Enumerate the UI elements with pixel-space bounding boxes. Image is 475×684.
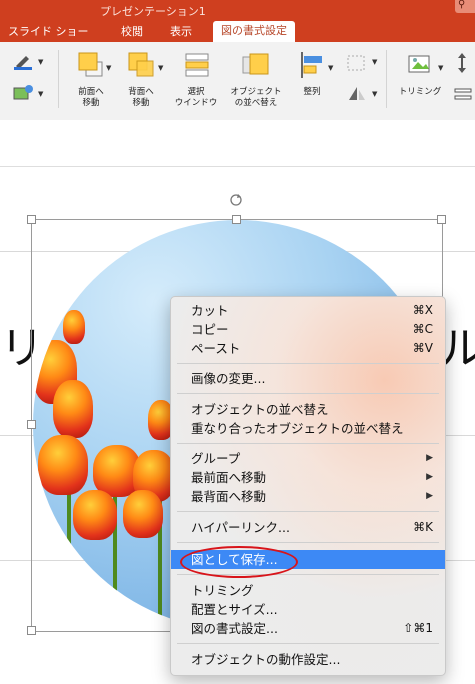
- menu-item-copy[interactable]: コピー ⌘C: [171, 320, 445, 339]
- menu-item-group[interactable]: グループ ▶: [171, 449, 445, 468]
- resize-handle[interactable]: [27, 626, 36, 635]
- menu-item-label: 最背面へ移動: [191, 489, 267, 504]
- menu-shortcut: ⇧⌘1: [403, 621, 433, 635]
- menu-item-crop[interactable]: トリミング: [171, 581, 445, 600]
- menu-shortcut: ⌘X: [412, 303, 433, 317]
- menu-shortcut: ⌘C: [412, 322, 433, 336]
- send-backward-button[interactable]: 背面へ 移動: [120, 50, 162, 109]
- menu-item-change-picture[interactable]: 画像の変更...: [171, 369, 445, 388]
- tab-picture-format[interactable]: 図の書式設定: [213, 21, 295, 42]
- picture-effects-icon[interactable]: [12, 84, 34, 102]
- ribbon-tabs: スライド ショー 校閲 表示 図の書式設定: [0, 20, 475, 42]
- chevron-down-icon[interactable]: ▼: [106, 64, 111, 72]
- menu-item-label: ハイパーリンク...: [191, 520, 290, 535]
- menu-item-label: トリミング: [191, 583, 254, 598]
- reorder-objects-button[interactable]: オブジェクト の並べ替え: [226, 50, 286, 109]
- resize-handle[interactable]: [232, 215, 241, 224]
- width-icon[interactable]: [453, 86, 473, 104]
- menu-separator: [177, 643, 439, 644]
- align-icon: [294, 50, 330, 84]
- selection-pane-label: 選択 ウインドウ: [174, 87, 218, 108]
- menu-item-reorder-objects[interactable]: オブジェクトの並べ替え: [171, 400, 445, 419]
- align-label: 整列: [303, 87, 321, 97]
- crop-button[interactable]: トリミング: [392, 50, 448, 98]
- chevron-down-icon[interactable]: ▼: [38, 90, 43, 98]
- send-backward-icon: [120, 50, 162, 84]
- menu-item-label: ペースト: [191, 341, 241, 356]
- resize-handle[interactable]: [27, 215, 36, 224]
- menu-item-label: カット: [191, 303, 229, 318]
- menu-item-position-size[interactable]: 配置とサイズ...: [171, 600, 445, 619]
- submenu-arrow-icon: ▶: [426, 491, 433, 501]
- menu-item-paste[interactable]: ペースト ⌘V: [171, 339, 445, 358]
- submenu-arrow-icon: ▶: [426, 453, 433, 463]
- reorder-objects-label: オブジェクト の並べ替え: [230, 87, 282, 108]
- ribbon-separator: [386, 50, 387, 108]
- menu-item-label: 重なり合ったオブジェクトの並べ替え: [191, 421, 404, 436]
- menu-item-hyperlink[interactable]: ハイパーリンク... ⌘K: [171, 518, 445, 537]
- send-backward-label: 背面へ 移動: [128, 87, 154, 108]
- tab-view[interactable]: 表示: [170, 23, 192, 39]
- resize-handle[interactable]: [27, 420, 36, 429]
- menu-item-label: 図の書式設定...: [191, 621, 278, 636]
- menu-item-reorder-overlapping[interactable]: 重なり合ったオブジェクトの並べ替え: [171, 419, 445, 438]
- menu-item-label: コピー: [191, 322, 229, 337]
- menu-separator: [177, 393, 439, 394]
- menu-item-bring-to-front[interactable]: 最前面へ移動 ▶: [171, 468, 445, 487]
- chevron-down-icon[interactable]: ▼: [328, 64, 333, 72]
- submenu-arrow-icon: ▶: [426, 472, 433, 482]
- tab-review[interactable]: 校閲: [121, 23, 143, 39]
- crop-label: トリミング: [398, 87, 442, 97]
- rotate-icon[interactable]: [346, 84, 368, 102]
- ruler-area: [0, 120, 475, 167]
- menu-separator: [177, 443, 439, 444]
- menu-item-send-to-back[interactable]: 最背面へ移動 ▶: [171, 487, 445, 506]
- context-menu: カット ⌘X コピー ⌘C ペースト ⌘V 画像の変更... オブジェクトの並べ…: [170, 296, 446, 676]
- selection-pane-button[interactable]: 選択 ウインドウ: [170, 50, 222, 109]
- menu-item-action-settings[interactable]: オブジェクトの動作設定...: [171, 650, 445, 669]
- menu-item-label: オブジェクトの動作設定...: [191, 652, 341, 667]
- chevron-down-icon[interactable]: ▼: [158, 64, 163, 72]
- chevron-down-icon[interactable]: ▼: [372, 90, 377, 98]
- window-title: プレゼンテーション1: [100, 5, 206, 18]
- ribbon: ▼ ▼ 前面へ 移動 ▼ 背面へ 移動 ▼ 選択 ウインドウ オブジェクト の並…: [0, 42, 475, 121]
- menu-item-label: グループ: [191, 451, 241, 466]
- pen-color-icon[interactable]: [12, 54, 34, 70]
- bring-forward-label: 前面へ 移動: [78, 87, 104, 108]
- chevron-down-icon[interactable]: ▼: [372, 58, 377, 66]
- menu-separator: [177, 363, 439, 364]
- menu-item-label: オブジェクトの並べ替え: [191, 402, 329, 417]
- title-bar: プレゼンテーション1 ⚲: [0, 0, 475, 20]
- search-button[interactable]: ⚲: [455, 0, 475, 13]
- annotation-oval: [180, 546, 298, 578]
- rotate-handle-icon[interactable]: [229, 192, 243, 206]
- chevron-down-icon[interactable]: ▼: [438, 64, 443, 72]
- ribbon-separator: [58, 50, 59, 108]
- menu-item-label: 最前面へ移動: [191, 470, 267, 485]
- chevron-down-icon[interactable]: ▼: [38, 58, 43, 66]
- group-icon[interactable]: [346, 54, 368, 72]
- height-icon[interactable]: [453, 52, 471, 74]
- tab-slideshow[interactable]: スライド ショー: [8, 23, 89, 39]
- menu-separator: [177, 542, 439, 543]
- menu-item-format-picture[interactable]: 図の書式設定... ⇧⌘1: [171, 619, 445, 638]
- selection-pane-icon: [170, 50, 222, 84]
- menu-shortcut: ⌘K: [413, 520, 433, 534]
- resize-handle[interactable]: [437, 215, 446, 224]
- menu-item-label: 配置とサイズ...: [191, 602, 278, 617]
- menu-item-label: 画像の変更...: [191, 371, 266, 386]
- menu-shortcut: ⌘V: [412, 341, 433, 355]
- menu-item-cut[interactable]: カット ⌘X: [171, 301, 445, 320]
- reorder-objects-icon: [226, 50, 286, 84]
- menu-separator: [177, 511, 439, 512]
- align-button[interactable]: 整列: [294, 50, 330, 98]
- bring-forward-button[interactable]: 前面へ 移動: [70, 50, 112, 109]
- search-icon: ⚲: [458, 0, 466, 10]
